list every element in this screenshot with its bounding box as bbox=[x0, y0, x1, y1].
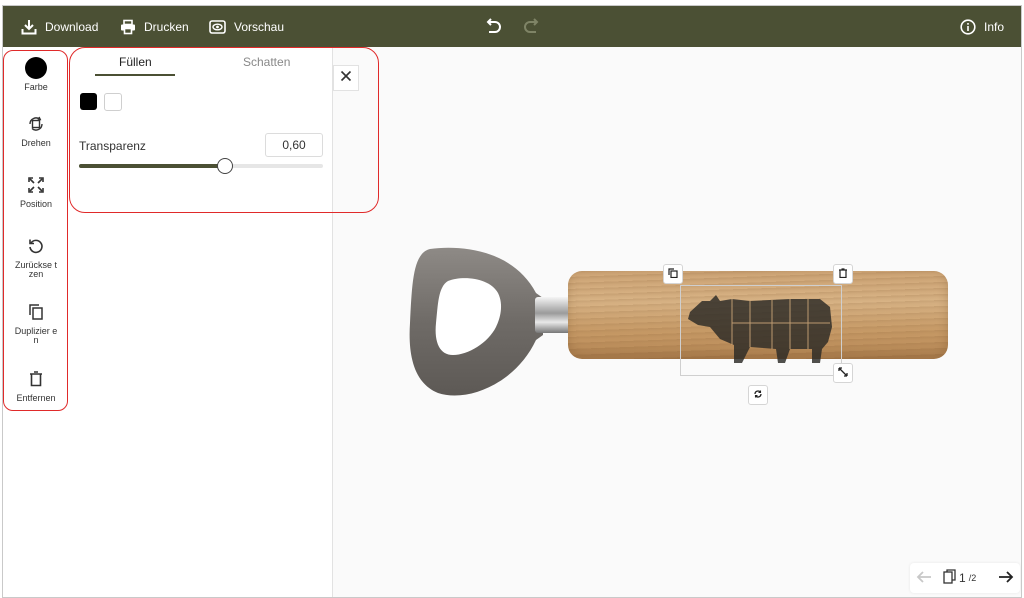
page-icon bbox=[943, 569, 956, 587]
download-button[interactable]: Download bbox=[21, 6, 98, 47]
eye-icon bbox=[209, 19, 226, 35]
copy-icon bbox=[668, 265, 678, 283]
page-total: /2 bbox=[968, 573, 977, 583]
reset-icon bbox=[27, 237, 45, 257]
trash-icon bbox=[838, 265, 848, 283]
download-icon bbox=[21, 19, 37, 35]
swatch-black[interactable] bbox=[80, 93, 97, 110]
tool-duplicate-label: Duplizier en bbox=[14, 326, 58, 345]
info-label: Info bbox=[984, 19, 1005, 34]
tool-position[interactable]: Position bbox=[3, 176, 69, 209]
transparency-slider[interactable] bbox=[79, 158, 323, 174]
page-current: 1 bbox=[959, 571, 966, 585]
rotate-handle[interactable] bbox=[748, 385, 768, 405]
delete-handle[interactable] bbox=[833, 264, 853, 284]
close-icon bbox=[340, 69, 352, 87]
swatch-white[interactable] bbox=[104, 93, 122, 111]
slider-fill bbox=[79, 164, 226, 168]
print-button[interactable]: Drucken bbox=[120, 6, 189, 47]
info-icon bbox=[960, 18, 976, 35]
tab-shadow[interactable]: Schatten bbox=[243, 55, 290, 69]
close-panel-button[interactable] bbox=[333, 65, 359, 91]
active-tab-indicator bbox=[95, 74, 175, 76]
tool-color-label: Farbe bbox=[24, 82, 48, 92]
opener-ferrule bbox=[535, 297, 571, 333]
tab-fill[interactable]: Füllen bbox=[119, 55, 152, 69]
position-arrows-icon bbox=[27, 176, 45, 196]
rotate-icon bbox=[753, 386, 763, 404]
undo-icon[interactable] bbox=[483, 17, 503, 37]
preview-button[interactable]: Vorschau bbox=[209, 6, 284, 47]
fill-panel: Füllen Schatten Transparenz 0,60 bbox=[69, 47, 333, 597]
tool-rotate[interactable]: Drehen bbox=[3, 115, 69, 148]
tool-reset[interactable]: Zurückse tzen bbox=[3, 237, 69, 279]
tool-remove-label: Entfernen bbox=[16, 393, 56, 403]
tool-rotate-label: Drehen bbox=[21, 138, 51, 148]
tool-position-label: Position bbox=[19, 199, 53, 209]
download-label: Download bbox=[45, 19, 99, 34]
duplicate-icon bbox=[27, 303, 45, 323]
resize-arrows-icon bbox=[838, 364, 848, 382]
trash-icon bbox=[27, 370, 45, 390]
printer-icon bbox=[120, 19, 136, 35]
selection-box[interactable] bbox=[680, 285, 842, 376]
redo-icon[interactable] bbox=[522, 17, 542, 37]
page-navigator: 1/2 bbox=[910, 563, 1020, 593]
tool-duplicate[interactable]: Duplizier en bbox=[3, 303, 69, 345]
color-circle-icon bbox=[25, 57, 47, 79]
top-toolbar: Download Drucken Vorschau Info bbox=[3, 6, 1021, 47]
page-indicator: 1/2 bbox=[943, 569, 976, 587]
info-button[interactable]: Info bbox=[960, 6, 1004, 47]
print-label: Drucken bbox=[144, 19, 189, 34]
duplicate-handle[interactable] bbox=[663, 264, 683, 284]
app-frame: Download Drucken Vorschau Info Farbe Dre… bbox=[2, 5, 1022, 598]
arrow-right-icon[interactable] bbox=[998, 570, 1014, 589]
tool-remove[interactable]: Entfernen bbox=[3, 370, 69, 403]
transparency-label: Transparenz bbox=[79, 139, 146, 153]
tool-sidebar: Farbe Drehen Position Zurückse tzen Dupl… bbox=[3, 47, 70, 597]
preview-label: Vorschau bbox=[234, 19, 285, 34]
arrow-left-icon[interactable] bbox=[916, 570, 932, 589]
tool-reset-label: Zurückse tzen bbox=[14, 260, 57, 279]
tool-color[interactable]: Farbe bbox=[3, 57, 69, 92]
transparency-input[interactable]: 0,60 bbox=[265, 133, 323, 157]
rotate-icon bbox=[27, 115, 45, 135]
slider-thumb[interactable] bbox=[217, 158, 234, 174]
resize-handle[interactable] bbox=[833, 363, 853, 383]
